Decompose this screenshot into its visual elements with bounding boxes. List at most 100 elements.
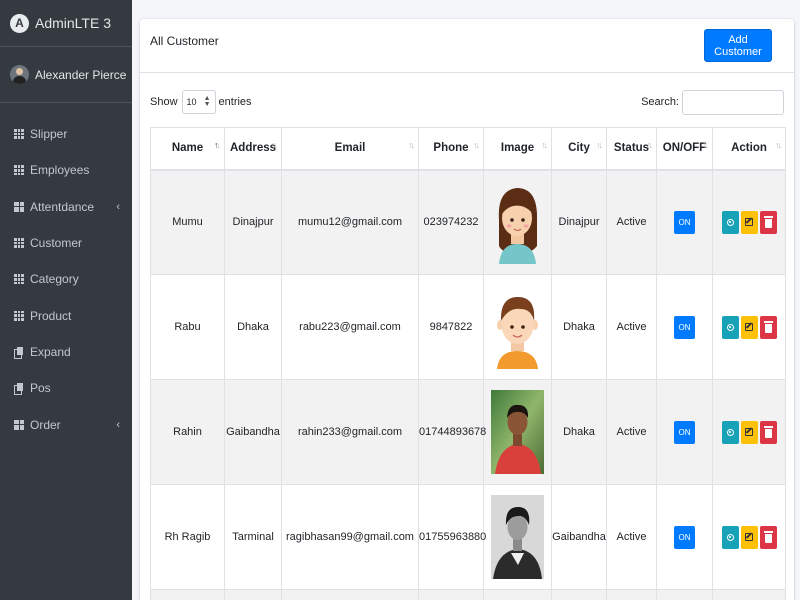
- cell-empty: [551, 589, 607, 600]
- column-header-label: Image: [500, 142, 535, 155]
- cell-email: rahin233@gmail.com: [281, 379, 419, 485]
- sidebar-item-label: Category: [30, 272, 79, 287]
- column-header-label: Phone: [433, 142, 469, 155]
- column-header-city[interactable]: City ↑↓: [551, 127, 607, 171]
- cell-actions: [712, 169, 786, 275]
- table-icon: [14, 238, 24, 249]
- trash-icon: [763, 530, 773, 543]
- sidebar-item-label: Employees: [30, 163, 90, 178]
- sidebar-item-expand[interactable]: Expand: [0, 334, 132, 370]
- search-label: Search:: [641, 96, 679, 108]
- cell-empty: [483, 589, 552, 600]
- column-header-label: Email: [334, 142, 366, 155]
- columns-icon: [14, 201, 24, 212]
- sort-icon: ↑↓: [473, 140, 480, 150]
- entries-select-value: 10: [186, 97, 197, 107]
- brand-link[interactable]: A AdminLTE 3: [0, 0, 132, 47]
- on-off-toggle-button[interactable]: ON: [674, 525, 695, 549]
- cell-city: Dhaka: [551, 274, 607, 380]
- sidebar-item-order[interactable]: Order ‹: [0, 406, 132, 442]
- column-header-on-off[interactable]: ON/OFF ↑↓: [656, 127, 713, 171]
- sidebar-item-label: Attentdance: [30, 199, 95, 214]
- sidebar-item-customer[interactable]: Customer: [0, 225, 132, 261]
- view-button[interactable]: [721, 210, 739, 234]
- cell-city: Dinajpur: [551, 169, 607, 275]
- sidebar-nav: Slipper Employees Attentdance ‹ Customer…: [0, 103, 132, 443]
- cell-name: Rahin: [150, 379, 225, 485]
- delete-button[interactable]: [759, 315, 777, 339]
- cell-actions: [712, 379, 786, 485]
- column-header-action[interactable]: Action ↑↓: [712, 127, 786, 171]
- search-control: Search:: [641, 89, 784, 115]
- cell-empty: [712, 589, 786, 600]
- table-icon: [14, 129, 24, 140]
- trash-icon: [763, 320, 773, 333]
- show-label: Show: [150, 96, 178, 108]
- view-button[interactable]: [721, 525, 739, 549]
- user-name[interactable]: Alexander Pierce: [35, 68, 126, 82]
- column-header-label: ON/OFF: [662, 142, 707, 155]
- edit-button[interactable]: [740, 525, 758, 549]
- edit-button[interactable]: [740, 210, 758, 234]
- customer-avatar-image: [491, 180, 544, 265]
- cell-empty: [150, 589, 225, 600]
- sidebar-item-slipper[interactable]: Slipper: [0, 116, 132, 152]
- sidebar-item-pos[interactable]: Pos: [0, 370, 132, 406]
- column-header-status[interactable]: Status ↑↓: [606, 127, 657, 171]
- customer-avatar-image: [491, 285, 544, 369]
- select-arrows-icon: ▲ ▼: [203, 95, 211, 108]
- sidebar-item-category[interactable]: Category: [0, 261, 132, 297]
- page-title: All Customer: [150, 34, 219, 48]
- eye-icon: [726, 428, 734, 436]
- cell-phone: 01744893678: [418, 379, 486, 485]
- on-off-toggle-button[interactable]: ON: [674, 420, 695, 444]
- column-header-phone[interactable]: Phone ↑↓: [418, 127, 484, 171]
- delete-button[interactable]: [759, 525, 777, 549]
- delete-button[interactable]: [759, 210, 777, 234]
- column-header-address[interactable]: Address ↑↓: [224, 127, 282, 171]
- cell-email: ragibhasan99@gmail.com: [281, 484, 419, 590]
- sidebar-item-label: Pos: [30, 381, 51, 396]
- customer-photo: [491, 390, 544, 474]
- table-row: Rh Ragib Tarminal ragibhasan99@gmail.com…: [150, 484, 786, 590]
- delete-button[interactable]: [759, 420, 777, 444]
- cell-status: Active: [606, 169, 657, 275]
- entries-select[interactable]: 10 ▲ ▼: [181, 90, 216, 114]
- column-header-name[interactable]: Name ↑↓: [150, 127, 225, 171]
- cell-empty: [224, 589, 282, 600]
- edit-button[interactable]: [740, 420, 758, 444]
- cell-name: Rabu: [150, 274, 225, 380]
- sidebar-item-employees[interactable]: Employees: [0, 152, 132, 188]
- cell-status: Active: [606, 274, 657, 380]
- on-off-toggle-button[interactable]: ON: [674, 315, 695, 339]
- add-customer-button[interactable]: Add Customer: [704, 29, 772, 62]
- avatar: [10, 65, 29, 84]
- table-row: Mumu Dinajpur mumu12@gmail.com 023974232: [150, 169, 786, 275]
- view-button[interactable]: [721, 420, 739, 444]
- column-header-label: Action: [731, 142, 767, 155]
- cell-email: rabu223@gmail.com: [281, 274, 419, 380]
- chevron-left-icon: ‹: [116, 418, 120, 431]
- column-header-email[interactable]: Email ↑↓: [281, 127, 419, 171]
- entries-label: entries: [218, 96, 252, 108]
- sidebar-item-product[interactable]: Product: [0, 297, 132, 333]
- cell-toggle: ON: [656, 274, 713, 380]
- view-button[interactable]: [721, 315, 739, 339]
- sidebar-item-attentdance[interactable]: Attentdance ‹: [0, 189, 132, 225]
- customer-card: All Customer Add Customer Show 10 ▲ ▼ ent…: [140, 19, 794, 600]
- sort-icon: ↑↓: [775, 140, 782, 150]
- cell-actions: [712, 274, 786, 380]
- cell-address: Gaibandha: [224, 379, 282, 485]
- customer-table: Name ↑↓ Address ↑↓ Email ↑↓ Phone ↑↓ Image ↑↓…: [150, 127, 786, 600]
- column-header-image[interactable]: Image ↑↓: [483, 127, 552, 171]
- cell-phone: 9847822: [418, 274, 484, 380]
- sort-icon: ↑↓: [271, 140, 278, 150]
- edit-button[interactable]: [740, 315, 758, 339]
- on-off-toggle-button[interactable]: ON: [674, 210, 695, 234]
- cell-empty: [418, 589, 484, 600]
- cell-name: Rh Ragib: [150, 484, 225, 590]
- sidebar: A AdminLTE 3 Alexander Pierce Slipper Em…: [0, 0, 132, 600]
- sidebar-item-label: Expand: [30, 344, 71, 359]
- user-panel[interactable]: Alexander Pierce: [0, 47, 132, 103]
- search-input[interactable]: [682, 89, 784, 115]
